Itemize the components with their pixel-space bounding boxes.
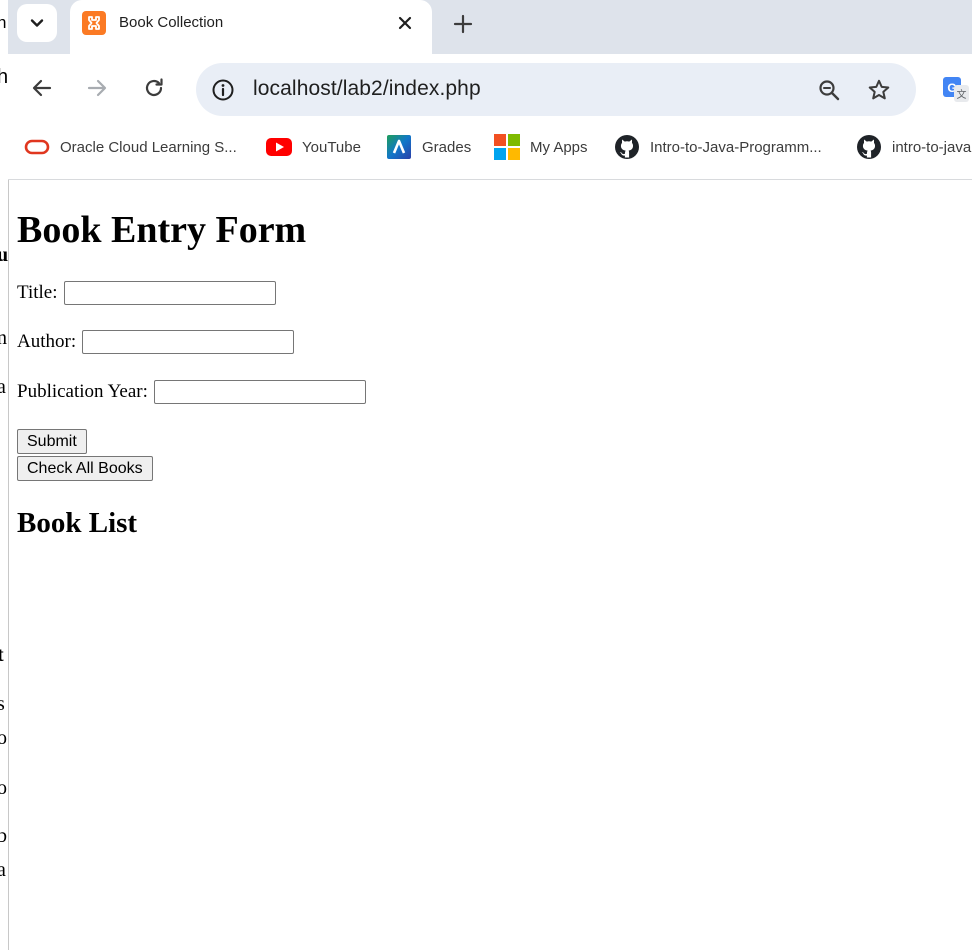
- background-text-fragment: n: [0, 328, 7, 348]
- author-label: Author:: [17, 331, 77, 352]
- star-icon: [868, 79, 890, 100]
- tab-search-button[interactable]: [17, 4, 57, 42]
- chevron-down-icon: [30, 19, 44, 27]
- bookmark-youtube[interactable]: YouTube: [266, 126, 361, 168]
- submit-button[interactable]: Submit: [17, 429, 87, 454]
- author-input[interactable]: [82, 330, 295, 354]
- tab-title: Book Collection: [119, 14, 224, 31]
- info-icon: [212, 79, 234, 101]
- bookmark-grades[interactable]: Grades: [386, 126, 471, 168]
- reload-button[interactable]: [138, 72, 170, 104]
- publication-year-input[interactable]: [153, 380, 366, 404]
- background-text-fragment: o: [0, 778, 7, 798]
- google-translate-icon: G文: [943, 77, 969, 102]
- reload-icon: [145, 78, 163, 97]
- background-text-fragment: u: [0, 245, 8, 265]
- tab-strip: Book Collection: [8, 0, 972, 54]
- title-field-row: Title:: [17, 279, 276, 307]
- background-text-fragment: n: [0, 13, 6, 33]
- youtube-icon: [266, 134, 292, 160]
- browser-toolbar: localhost/lab2/index.php G文: [8, 54, 972, 126]
- publication-year-label: Publication Year:: [17, 381, 148, 402]
- grades-icon: [386, 134, 412, 160]
- tab-close-button[interactable]: [393, 11, 417, 35]
- github-icon: [856, 134, 882, 160]
- oracle-icon: [24, 134, 50, 160]
- microsoft-icon: [494, 134, 520, 160]
- author-field-row: Author:: [17, 328, 295, 356]
- bookmark-label: Oracle Cloud Learning S...: [60, 138, 237, 156]
- bookmark-label: intro-to-java: [892, 138, 972, 156]
- zoom-button[interactable]: [814, 75, 844, 105]
- bookmark-label: My Apps: [530, 138, 588, 156]
- github-icon: [614, 134, 640, 160]
- address-bar[interactable]: localhost/lab2/index.php: [196, 63, 916, 116]
- bookmark-my-apps[interactable]: My Apps: [494, 126, 588, 168]
- title-input[interactable]: [63, 281, 276, 305]
- arrow-right-icon: [87, 79, 107, 97]
- tab-book-collection[interactable]: Book Collection: [70, 0, 432, 54]
- check-all-books-button[interactable]: Check All Books: [17, 456, 153, 481]
- svg-text:文: 文: [957, 88, 967, 101]
- background-text-fragment: h: [0, 67, 8, 87]
- zoom-out-icon: [819, 80, 840, 101]
- bookmark-oracle[interactable]: Oracle Cloud Learning S...: [24, 126, 237, 168]
- bookmark-intro-to-java[interactable]: intro-to-java: [856, 126, 971, 168]
- background-text-fragment: a: [0, 860, 6, 880]
- bookmark-label: Grades: [422, 138, 472, 156]
- site-info-button[interactable]: [208, 75, 238, 105]
- google-translate-extension-button[interactable]: G文: [942, 76, 970, 104]
- bookmark-label: YouTube: [302, 138, 361, 156]
- book-list-heading: Book List: [17, 507, 138, 539]
- forward-button[interactable]: [81, 72, 113, 104]
- page-title: Book Entry Form: [17, 209, 307, 251]
- title-label: Title:: [17, 282, 58, 303]
- arrow-left-icon: [32, 79, 52, 97]
- background-text-fragment: o: [0, 728, 7, 748]
- background-text-fragment: t: [0, 645, 4, 665]
- bookmarks-bar: Oracle Cloud Learning S... YouTube Grade…: [8, 126, 972, 180]
- background-text-fragment: b: [0, 826, 7, 846]
- bookmark-label: Intro-to-Java-Programm...: [650, 138, 822, 156]
- url-text[interactable]: localhost/lab2/index.php: [253, 77, 481, 101]
- back-button[interactable]: [26, 72, 58, 104]
- bookmark-intro-to-java-programming[interactable]: Intro-to-Java-Programm...: [614, 126, 822, 168]
- publication-year-field-row: Publication Year:: [17, 378, 366, 406]
- browser-chrome: Book Collection localhost/lab2/index.php: [8, 0, 972, 180]
- bookmark-star-button[interactable]: [864, 75, 894, 105]
- background-text-fragment: a: [0, 377, 6, 397]
- background-text-fragment: s: [0, 694, 5, 714]
- close-icon: [398, 16, 412, 30]
- page-content: Book Entry Form Title: Author: Publicati…: [8, 181, 972, 950]
- new-tab-button[interactable]: [448, 9, 478, 39]
- xampp-icon: [82, 11, 106, 35]
- plus-icon: [453, 14, 473, 34]
